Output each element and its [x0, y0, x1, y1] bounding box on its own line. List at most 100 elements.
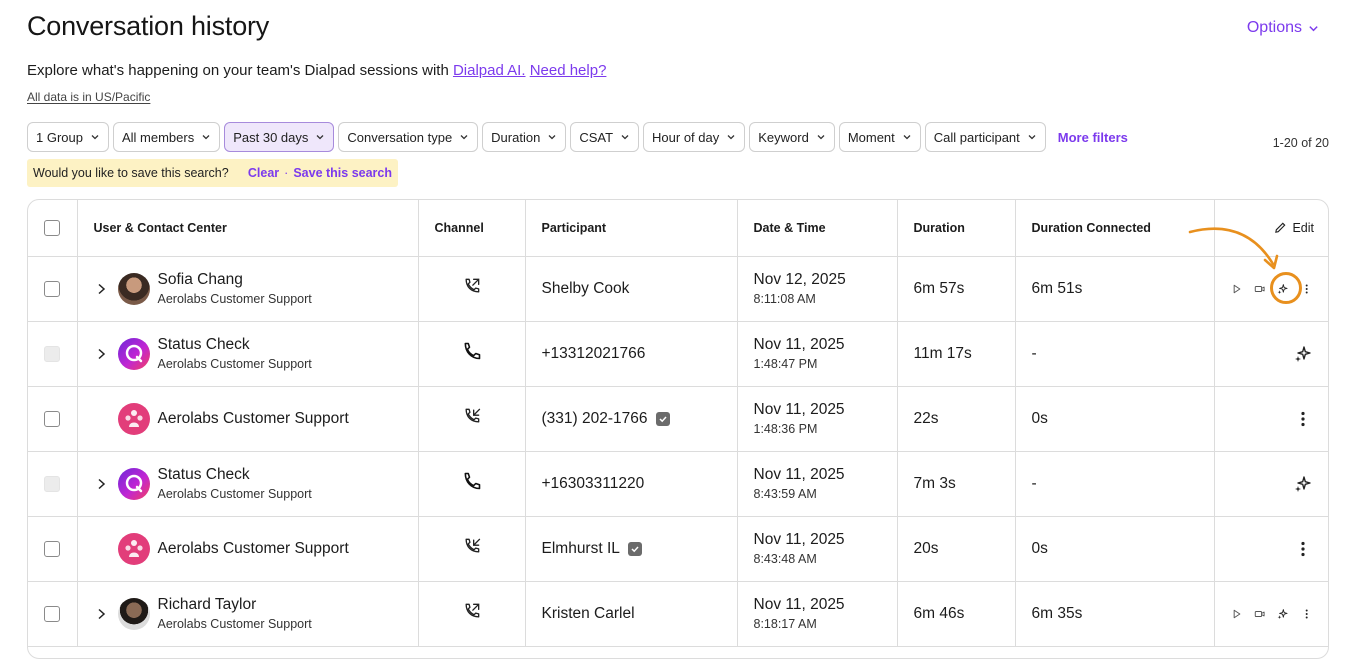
call-time: 1:48:47 PM — [753, 357, 818, 371]
filter-chip-past-30-days[interactable]: Past 30 days — [224, 122, 335, 152]
table-row[interactable]: Status Check Aerolabs Customer Support +13… — [28, 321, 1328, 387]
call-date: Nov 11, 2025 — [753, 336, 845, 353]
filter-chip-1-group[interactable]: 1 Group — [27, 122, 109, 152]
row-checkbox — [44, 475, 61, 492]
dialpad-ai-link[interactable]: Dialpad AI. — [453, 62, 526, 79]
table-row[interactable]: Aerolabs Customer Support Elmhurst IL Nov … — [28, 516, 1328, 582]
user-avatar — [117, 272, 150, 305]
options-menu-button[interactable]: Options — [1247, 19, 1319, 37]
column-header-duration[interactable]: Duration — [897, 200, 1016, 257]
user-name: Aerolabs Customer Support — [157, 410, 349, 427]
status-check-avatar — [117, 467, 150, 500]
intro-text: Explore what's happening on your team's … — [27, 62, 606, 79]
ai-sparkle-icon[interactable] — [1294, 345, 1312, 363]
row-checkbox — [44, 345, 61, 362]
filter-chip-label: Conversation type — [347, 129, 453, 145]
column-header-duration-connected[interactable]: Duration Connected — [1015, 200, 1215, 257]
user-name: Richard Taylor — [157, 596, 257, 613]
filter-chip-label: Moment — [847, 129, 895, 145]
more-options-icon[interactable] — [1294, 540, 1312, 558]
filter-chip-moment[interactable]: Moment — [838, 122, 921, 152]
filter-chip-label: 1 Group — [36, 129, 83, 145]
more-options-icon[interactable] — [1301, 280, 1312, 298]
table-row[interactable]: Aerolabs Customer Support (331) 202-1766 N… — [28, 386, 1328, 452]
ai-sparkle-icon[interactable] — [1277, 280, 1288, 298]
chevron-down-icon — [548, 135, 556, 140]
need-help-link[interactable]: Need help? — [530, 62, 607, 79]
filter-chip-hour-of-day[interactable]: Hour of day — [643, 122, 746, 152]
outbound-call-icon — [462, 603, 482, 625]
clear-search-link[interactable]: Clear — [248, 166, 279, 180]
filter-chip-label: Keyword — [758, 129, 809, 145]
call-time: 1:48:36 PM — [753, 422, 818, 436]
play-icon[interactable] — [1231, 605, 1242, 623]
phone-icon — [462, 342, 482, 365]
call-date: Nov 12, 2025 — [753, 271, 846, 288]
filter-chip-all-members[interactable]: All members — [112, 122, 221, 152]
contact-center-name: Aerolabs Customer Support — [157, 487, 312, 501]
play-icon[interactable] — [1231, 280, 1242, 298]
filter-chip-csat[interactable]: CSAT — [570, 122, 640, 152]
intro-sentence: Explore what's happening on your team's … — [27, 62, 453, 79]
filter-chip-label: Past 30 days — [233, 129, 309, 145]
video-icon[interactable] — [1254, 280, 1265, 298]
call-duration: 22s — [897, 386, 1016, 452]
call-duration: 11m 17s — [897, 321, 1016, 387]
chevron-down-icon — [727, 135, 735, 140]
filter-chip-keyword[interactable]: Keyword — [749, 122, 835, 152]
inbound-call-icon — [462, 408, 482, 430]
expand-row-chevron-icon[interactable] — [94, 478, 110, 490]
filter-chip-label: Duration — [491, 129, 541, 145]
table-row[interactable]: Richard Taylor Aerolabs Customer Support K… — [28, 581, 1328, 647]
options-label: Options — [1246, 19, 1302, 36]
column-header-channel[interactable]: Channel — [418, 200, 526, 257]
conversation-table: User & Contact Center Channel Participan… — [27, 199, 1329, 659]
row-actions — [1231, 605, 1315, 623]
duration-connected: 6m 35s — [1015, 581, 1215, 647]
more-filters-link[interactable]: More filters — [1058, 130, 1128, 145]
call-date: Nov 11, 2025 — [753, 531, 845, 548]
table-row[interactable]: Status Check Aerolabs Customer Support +16… — [28, 451, 1328, 517]
contact-center-avatar — [117, 532, 150, 565]
filter-bar: 1 Group All members Past 30 days Conversati… — [27, 122, 1128, 152]
row-checkbox[interactable] — [44, 605, 61, 622]
filter-chip-duration[interactable]: Duration — [482, 122, 567, 152]
table-row[interactable]: Sofia Chang Aerolabs Customer Support Shel… — [28, 256, 1328, 322]
more-options-icon[interactable] — [1294, 410, 1312, 428]
row-checkbox[interactable] — [44, 280, 61, 297]
filter-chip-conversation-type[interactable]: Conversation type — [338, 122, 479, 152]
chevron-down-icon — [621, 135, 629, 140]
row-checkbox[interactable] — [44, 540, 61, 557]
save-search-link[interactable]: Save this search — [293, 166, 392, 180]
ai-sparkle-icon[interactable] — [1277, 605, 1288, 623]
video-icon[interactable] — [1254, 605, 1265, 623]
select-all-checkbox[interactable] — [44, 219, 61, 236]
chevron-down-icon — [817, 135, 825, 140]
filter-chip-call-participant[interactable]: Call participant — [924, 122, 1046, 152]
column-header-participant[interactable]: Participant — [525, 200, 738, 257]
outbound-call-icon — [462, 278, 482, 300]
expand-row-chevron-icon[interactable] — [94, 348, 110, 360]
column-header-date[interactable]: Date & Time — [737, 200, 898, 257]
filter-chip-label: CSAT — [579, 129, 614, 145]
contact-center-name: Aerolabs Customer Support — [157, 617, 312, 631]
contact-center-avatar — [117, 402, 150, 435]
call-date: Nov 11, 2025 — [753, 596, 845, 613]
chevron-down-icon — [1309, 25, 1318, 31]
contact-center-name: Aerolabs Customer Support — [157, 357, 312, 371]
column-header-user[interactable]: User & Contact Center — [77, 200, 419, 257]
ai-sparkle-icon[interactable] — [1294, 475, 1312, 493]
filter-chip-label: Call participant — [933, 129, 1020, 145]
timezone-note[interactable]: All data is in US/Pacific — [27, 90, 150, 104]
expand-row-chevron-icon[interactable] — [94, 283, 110, 295]
expand-row-chevron-icon[interactable] — [94, 608, 110, 620]
call-time: 8:11:08 AM — [753, 292, 816, 306]
edit-columns-button[interactable]: Edit — [1231, 221, 1314, 235]
call-duration: 20s — [897, 516, 1016, 582]
more-options-icon[interactable] — [1301, 605, 1312, 623]
table-header-row: User & Contact Center Channel Participan… — [28, 200, 1328, 257]
participant-name: (331) 202-1766 — [541, 409, 648, 427]
chevron-down-icon — [460, 135, 468, 140]
row-actions — [1231, 345, 1315, 363]
row-checkbox[interactable] — [44, 410, 61, 427]
